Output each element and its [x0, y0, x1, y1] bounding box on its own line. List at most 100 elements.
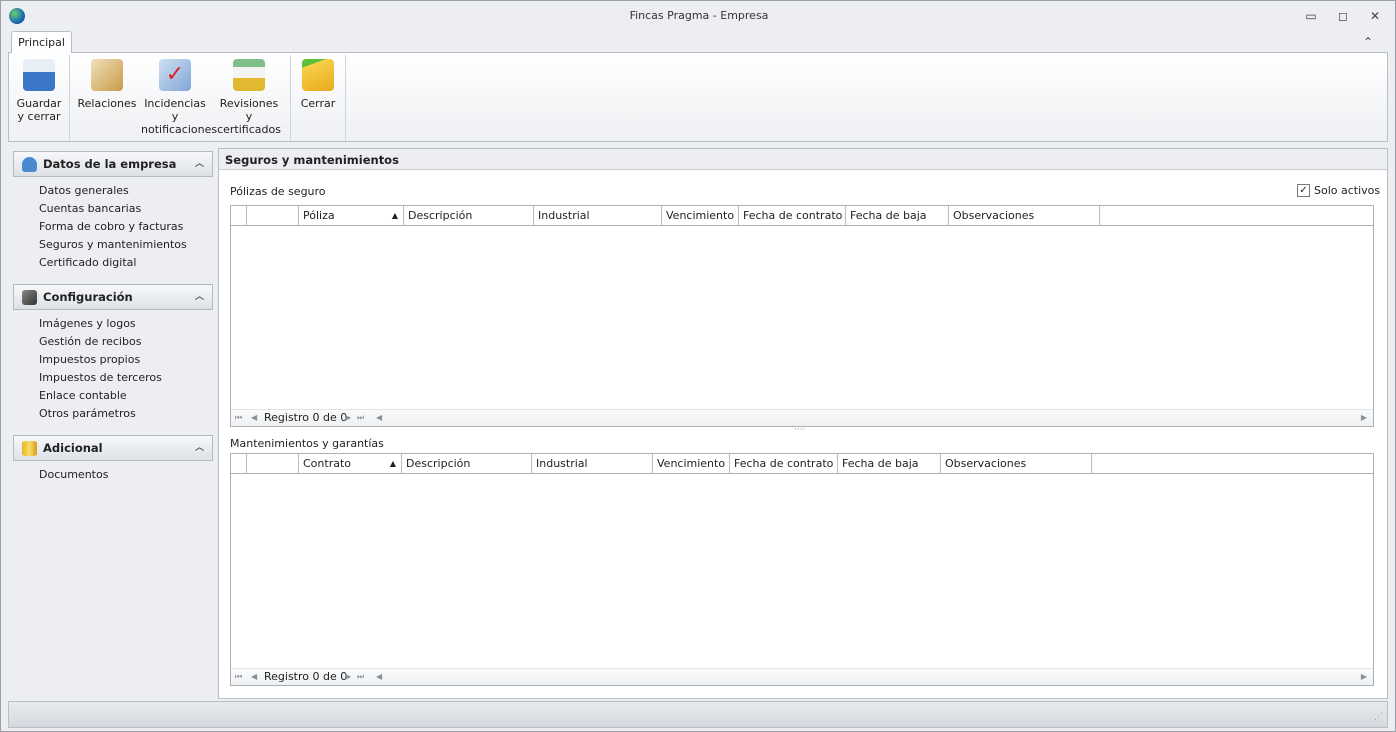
- column-header[interactable]: [247, 206, 299, 225]
- grid1-title: Pólizas de seguro: [230, 185, 326, 198]
- scroll-left-icon[interactable]: ◀: [376, 410, 382, 426]
- scroll-right-icon[interactable]: ▶: [1361, 410, 1367, 426]
- sidebar-item-enlace-contable[interactable]: Enlace contable: [39, 387, 127, 405]
- grid-navigator: ⏮ ◀ Registro 0 de 0 ▶ ⏭ ◀ ▶: [231, 668, 1373, 685]
- status-bar: ⋰: [8, 701, 1388, 728]
- splitter-handle[interactable]: ····: [794, 425, 805, 435]
- sidebar-item-seguros[interactable]: Seguros y mantenimientos: [39, 236, 187, 254]
- scroll-right-icon[interactable]: ▶: [1361, 669, 1367, 685]
- sidebar-item-imagenes[interactable]: Imágenes y logos: [39, 315, 136, 333]
- panel-title: Seguros y mantenimientos: [225, 153, 399, 167]
- next-record-icon[interactable]: ▶: [345, 669, 351, 685]
- group-datos-empresa[interactable]: Datos de la empresa ︿: [13, 151, 213, 177]
- polizas-grid[interactable]: Póliza ▲ Descripción Industrial Vencimien…: [230, 205, 1374, 427]
- column-header-fecha-contrato[interactable]: Fecha de contrato: [739, 206, 846, 225]
- sidebar-item-datos-generales[interactable]: Datos generales: [39, 182, 129, 200]
- column-header-vencimiento[interactable]: Vencimiento: [662, 206, 739, 225]
- sidebar-item-documentos[interactable]: Documentos: [39, 466, 108, 484]
- solo-activos-checkbox[interactable]: ✓ Solo activos: [1297, 184, 1380, 197]
- notification-check-icon: ✓: [159, 59, 191, 91]
- first-record-icon[interactable]: ⏮: [235, 669, 242, 685]
- column-header[interactable]: [231, 454, 247, 473]
- label: y cerrar: [17, 110, 61, 123]
- panel-body: Pólizas de seguro ✓ Solo activos Póliza ▲ …: [219, 169, 1387, 698]
- column-header-contrato[interactable]: Contrato ▲: [299, 454, 402, 473]
- column-header-fecha-baja[interactable]: Fecha de baja: [838, 454, 941, 473]
- group-title: Datos de la empresa: [43, 157, 177, 171]
- column-header-industrial[interactable]: Industrial: [532, 454, 653, 473]
- prev-record-icon[interactable]: ◀: [251, 669, 257, 685]
- sidebar-item-impuestos-terceros[interactable]: Impuestos de terceros: [39, 369, 162, 387]
- record-count: Registro 0 de 0: [264, 411, 348, 424]
- sidebar-item-recibos[interactable]: Gestión de recibos: [39, 333, 141, 351]
- collapse-ribbon-button[interactable]: ⌃: [1360, 34, 1376, 50]
- label: notificaciones: [141, 123, 218, 136]
- content-panel: Seguros y mantenimientos Pólizas de segu…: [218, 148, 1388, 699]
- sidebar-item-forma-cobro[interactable]: Forma de cobro y facturas: [39, 218, 183, 236]
- revisiones-button[interactable]: Revisiones y certificados: [216, 59, 282, 136]
- maximize-button[interactable]: ◻: [1335, 8, 1351, 24]
- label: Revisiones y: [219, 97, 279, 123]
- document-bell-icon: [233, 59, 265, 91]
- column-header-descripcion[interactable]: Descripción: [404, 206, 534, 225]
- grid-header: Póliza ▲ Descripción Industrial Vencimien…: [231, 206, 1373, 226]
- last-record-icon[interactable]: ⏭: [357, 669, 364, 685]
- column-header-poliza[interactable]: Póliza ▲: [299, 206, 404, 225]
- contacts-icon: [91, 59, 123, 91]
- sidebar-item-impuestos-propios[interactable]: Impuestos propios: [39, 351, 140, 369]
- user-icon: [22, 157, 37, 172]
- grid-header: Contrato ▲ Descripción Industrial Vencimi…: [231, 454, 1373, 474]
- cerrar-button[interactable]: Cerrar: [297, 59, 339, 110]
- separator: [345, 55, 346, 141]
- column-header-fecha-baja[interactable]: Fecha de baja: [846, 206, 949, 225]
- next-record-icon[interactable]: ▶: [345, 410, 351, 426]
- mantenimientos-grid[interactable]: Contrato ▲ Descripción Industrial Vencimi…: [230, 453, 1374, 686]
- sidebar-item-certificado[interactable]: Certificado digital: [39, 254, 136, 272]
- checkbox-label: Solo activos: [1314, 184, 1381, 197]
- column-header-fecha-contrato[interactable]: Fecha de contrato: [730, 454, 838, 473]
- tab-principal[interactable]: Principal: [11, 31, 72, 53]
- column-header-observaciones[interactable]: Observaciones: [949, 206, 1100, 225]
- label: Relaciones: [77, 97, 137, 110]
- tools-icon: [22, 290, 37, 305]
- grid2-title: Mantenimientos y garantías: [230, 437, 384, 450]
- group-configuracion[interactable]: Configuración ︿: [13, 284, 213, 310]
- label: Incidencias y: [144, 97, 206, 123]
- label: certificados: [217, 123, 281, 136]
- minimize-button[interactable]: ▭: [1303, 8, 1319, 24]
- sidebar-item-cuentas-bancarias[interactable]: Cuentas bancarias: [39, 200, 141, 218]
- folder-exit-icon: [302, 59, 334, 91]
- scroll-left-icon[interactable]: ◀: [376, 669, 382, 685]
- separator: [290, 55, 291, 141]
- label: Cerrar: [300, 97, 336, 110]
- column-header[interactable]: [247, 454, 299, 473]
- column-header-vencimiento[interactable]: Vencimiento: [653, 454, 730, 473]
- save-close-button[interactable]: Guardar y cerrar: [12, 59, 66, 123]
- column-header-descripcion[interactable]: Descripción: [402, 454, 532, 473]
- column-header-observaciones[interactable]: Observaciones: [941, 454, 1092, 473]
- group-title: Adicional: [43, 441, 103, 455]
- prev-record-icon[interactable]: ◀: [251, 410, 257, 426]
- chevron-up-icon[interactable]: ︿: [195, 285, 204, 309]
- ribbon: Guardar y cerrar Relaciones ✓ Incidencias …: [8, 52, 1388, 142]
- relaciones-button[interactable]: Relaciones: [76, 59, 138, 110]
- chevron-up-icon[interactable]: ︿: [195, 152, 204, 176]
- application-window: Fincas Pragma - Empresa ▭ ◻ ✕ ⌃ Principa…: [0, 0, 1396, 732]
- column-header-industrial[interactable]: Industrial: [534, 206, 662, 225]
- close-button[interactable]: ✕: [1367, 8, 1383, 24]
- sidebar: Datos de la empresa ︿ Datos generales Cue…: [13, 149, 213, 699]
- column-header[interactable]: [231, 206, 247, 225]
- first-record-icon[interactable]: ⏮: [235, 410, 242, 426]
- sidebar-item-otros[interactable]: Otros parámetros: [39, 405, 136, 423]
- incidencias-button[interactable]: ✓ Incidencias y notificaciones: [141, 59, 218, 136]
- group-adicional[interactable]: Adicional ︿: [13, 435, 213, 461]
- sort-ascending-icon: ▲: [389, 459, 396, 468]
- database-icon: [22, 441, 37, 456]
- sort-ascending-icon: ▲: [391, 211, 398, 220]
- save-icon: [23, 59, 55, 91]
- resize-grip-icon[interactable]: ⋰: [1374, 712, 1383, 722]
- grid-navigator: ⏮ ◀ Registro 0 de 0 ▶ ⏭ ◀ ▶: [231, 409, 1373, 426]
- label: Contrato: [303, 457, 352, 470]
- chevron-up-icon[interactable]: ︿: [195, 436, 204, 460]
- last-record-icon[interactable]: ⏭: [357, 410, 364, 426]
